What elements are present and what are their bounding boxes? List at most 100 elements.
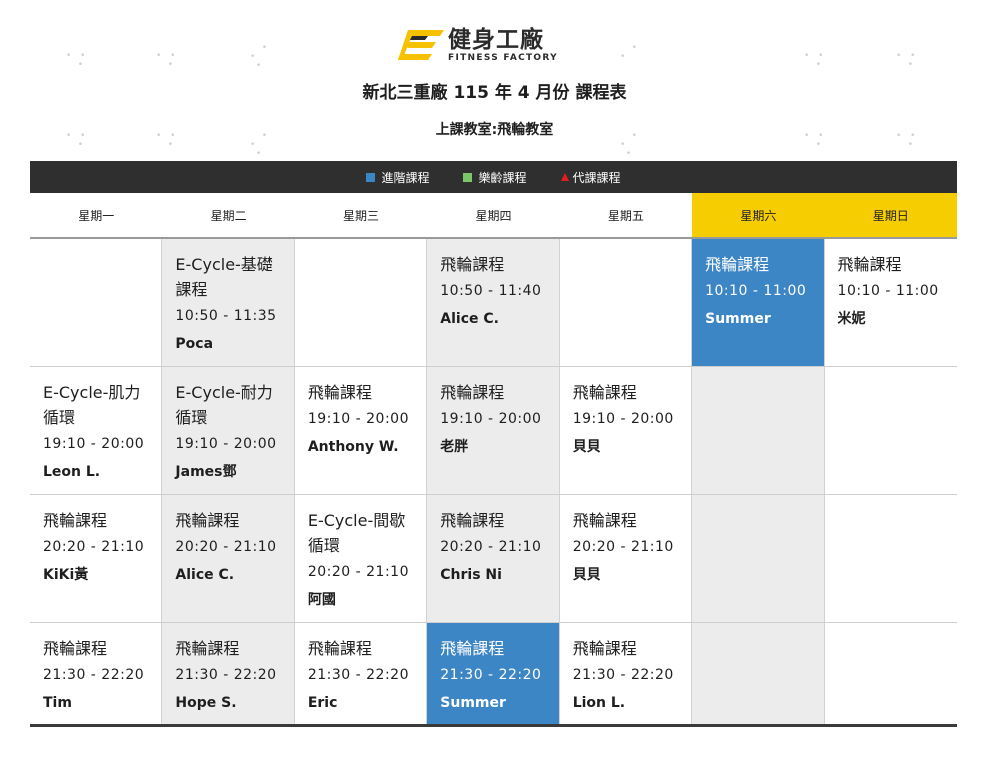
class-teacher: 貝貝 [572,567,601,583]
class-teacher: Summer [705,311,771,327]
class-cell: 飛輪課程 21:30 - 22:20 Hope S. [162,623,295,724]
empty-cell [30,239,163,366]
class-name: 飛輪課程 [837,255,902,274]
blue-square-icon [366,172,376,182]
weekday-header: 星期六 [692,193,825,237]
empty-cell [294,239,428,366]
class-time: 20:20 - 21:10 [307,564,409,580]
class-time: 19:10 - 20:00 [307,411,409,427]
fitness-factory-logo-icon [398,30,444,60]
class-time: 20:20 - 21:10 [43,539,145,555]
weekday-header: 星期四 [427,193,560,237]
class-name: 飛輪課程 [43,511,108,530]
empty-cell [692,367,825,494]
class-cell: 飛輪課程 21:30 - 22:20 Tim [30,623,163,724]
red-triangle-icon [560,173,569,181]
class-name: 飛輪課程 [440,639,505,658]
class-name: E-Cycle-耐力循環 [175,383,273,427]
class-time: 20:20 - 21:10 [572,539,674,555]
class-time: 19:10 - 20:00 [572,411,674,427]
empty-cell [692,495,825,622]
class-teacher: Tim [43,695,72,711]
class-time: 10:10 - 11:00 [705,283,807,299]
class-teacher: Poca [175,336,214,352]
class-cell: E-Cycle-間歇循環 20:20 - 21:10 阿國 [294,495,428,622]
class-teacher: Leon L. [43,464,101,480]
weekday-header: 星期日 [824,193,957,237]
empty-cell [824,623,957,724]
class-teacher: Eric [307,695,338,711]
class-name: 飛輪課程 [572,639,637,658]
empty-cell [692,623,825,724]
class-cell: 飛輪課程 10:10 - 11:00 米妮 [824,239,957,366]
class-teacher: Summer [440,695,506,711]
schedule-row: 飛輪課程 20:20 - 21:10 KiKi黃 飛輪課程 20:20 - 21:10 A… [30,495,957,623]
legend-label: 進階課程 [381,170,430,185]
class-name: 飛輪課程 [307,639,372,658]
class-name: 飛輪課程 [572,383,637,402]
page-title: 新北三重廠 115 年 4 月份 課程表 [362,83,627,103]
classroom-label: 上課教室:飛輪教室 [435,122,554,138]
class-time: 10:50 - 11:40 [440,283,542,299]
decorative-dots: • • • [156,51,179,70]
class-time: 19:10 - 20:00 [43,436,145,452]
class-name: 飛輪課程 [705,255,770,274]
class-cell: 飛輪課程 10:10 - 11:00 Summer [692,239,825,366]
class-teacher: James鄧 [175,464,237,480]
class-cell: E-Cycle-肌力循環 19:10 - 20:00 Leon L. [30,367,163,494]
class-teacher: Alice C. [440,311,499,327]
legend-label: 樂齡課程 [478,170,527,185]
class-cell: 飛輪課程 19:10 - 20:00 Anthony W. [294,367,428,494]
class-teacher: Alice C. [175,567,235,583]
weekday-header: 星期二 [162,193,295,237]
class-time: 21:30 - 22:20 [440,667,542,683]
class-teacher: Anthony W. [307,439,399,455]
class-teacher: Lion L. [572,695,626,711]
class-name: 飛輪課程 [440,255,505,274]
class-cell: 飛輪課程 21:30 - 22:20 Summer [427,623,560,724]
empty-cell [559,239,693,366]
class-cell: E-Cycle-耐力循環 19:10 - 20:00 James鄧 [162,367,295,494]
class-cell: 飛輪課程 20:20 - 21:10 Alice C. [162,495,295,622]
class-teacher: 貝貝 [572,439,601,455]
decorative-dots: • • • [66,51,89,70]
class-name: 飛輪課程 [43,639,108,658]
decorative-dots: • • • [804,51,827,70]
schedule-row: E-Cycle-基礎課程 10:50 - 11:35 Poca 飛輪課程 10:50 -… [30,239,957,367]
schedule-row: E-Cycle-肌力循環 19:10 - 20:00 Leon L. E-Cycle-… [30,367,957,495]
class-name: 飛輪課程 [572,511,637,530]
class-teacher: 老胖 [440,439,469,455]
class-cell: 飛輪課程 20:20 - 21:10 KiKi黃 [30,495,163,622]
weekday-header: 星期一 [30,193,163,237]
legend-item-advanced: 進階課程 [366,169,429,186]
decorative-dots: • • • [896,51,919,70]
class-name: E-Cycle-肌力循環 [43,383,141,427]
schedule-row: 飛輪課程 21:30 - 22:20 Tim 飛輪課程 21:30 - 22:20 Hop… [30,623,957,727]
weekday-header: 星期五 [559,193,693,237]
empty-cell [824,495,957,622]
brand-name-en: FITNESS FACTORY [448,53,558,63]
green-square-icon [463,172,473,182]
legend-label: 代課課程 [572,170,621,185]
class-teacher: 阿國 [307,592,336,608]
class-teacher: 米妮 [837,311,866,327]
weekday-header: 星期三 [294,193,428,237]
schedule-table: 星期一 星期二 星期三 星期四 星期五 星期六 星期日 E-Cycle-基礎課程 10:50 … [30,193,957,727]
class-time: 20:20 - 21:10 [175,539,277,555]
class-teacher: Hope S. [175,695,237,711]
class-name: 飛輪課程 [440,383,505,402]
class-teacher: Chris Ni [440,567,502,583]
brand-logo: 健身工廠 FITNESS FACTORY [398,26,598,66]
class-name: 飛輪課程 [307,383,372,402]
class-time: 21:30 - 22:20 [307,667,409,683]
class-cell: E-Cycle-基礎課程 10:50 - 11:35 Poca [162,239,295,366]
class-name: 飛輪課程 [175,511,240,530]
class-cell: 飛輪課程 21:30 - 22:20 Lion L. [559,623,693,724]
weekday-header-row: 星期一 星期二 星期三 星期四 星期五 星期六 星期日 [30,193,957,239]
brand-name-cn: 健身工廠 [448,27,544,53]
class-cell: 飛輪課程 19:10 - 20:00 貝貝 [559,367,693,494]
class-time: 19:10 - 20:00 [175,436,277,452]
class-time: 10:50 - 11:35 [175,308,277,324]
empty-cell [824,367,957,494]
class-time: 21:30 - 22:20 [43,667,145,683]
